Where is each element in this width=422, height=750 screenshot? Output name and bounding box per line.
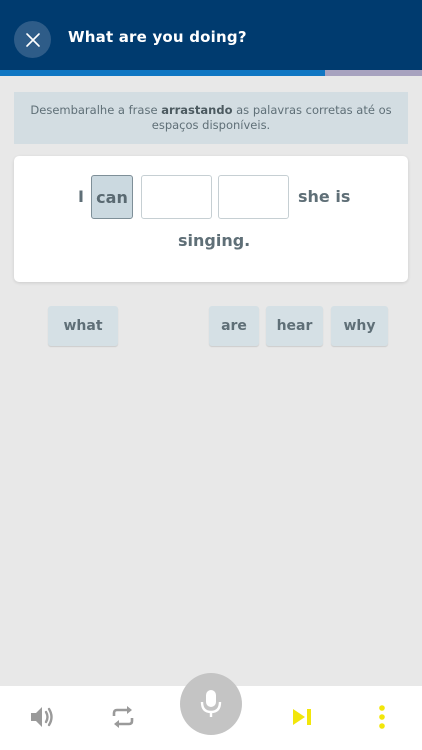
microphone-icon [200, 690, 222, 717]
skip-button[interactable] [285, 700, 319, 734]
instruction-text: Desembaralhe a frase arrastando as palav… [24, 103, 398, 133]
repeat-icon [112, 706, 134, 728]
word-chip-are[interactable]: are [209, 306, 259, 346]
repeat-button[interactable] [106, 700, 140, 734]
lesson-title: What are you doing? [68, 28, 247, 46]
screen: What are you doing? Desembaralhe a frase… [0, 0, 422, 750]
word-chip-why[interactable]: why [331, 306, 388, 346]
instruction-bold: arrastando [161, 103, 233, 117]
close-icon [25, 32, 40, 47]
progress-bar [0, 70, 422, 76]
word-chip-hear[interactable]: hear [266, 306, 323, 346]
audio-button[interactable] [25, 700, 59, 734]
header-bar: What are you doing? [0, 0, 422, 70]
instruction-box: Desembaralhe a frase arrastando as palav… [14, 92, 408, 144]
sentence-card: I can she is singing. [14, 156, 408, 282]
skip-next-icon [293, 709, 311, 725]
empty-slot-2[interactable] [218, 175, 289, 219]
close-button[interactable] [14, 21, 51, 58]
sentence-word-singing: singing. [178, 231, 251, 250]
placed-word-chip[interactable]: can [91, 175, 133, 219]
more-vertical-icon [379, 705, 385, 729]
microphone-button[interactable] [180, 673, 242, 735]
sentence-word-she-is: she is [298, 187, 351, 206]
more-options-button[interactable] [365, 700, 399, 734]
word-chip-what[interactable]: what [48, 306, 118, 346]
volume-icon [31, 707, 53, 727]
empty-slot-1[interactable] [141, 175, 212, 219]
progress-fill [0, 70, 325, 76]
sentence-word-i: I [78, 187, 84, 206]
instruction-part-1: Desembaralhe a frase [30, 103, 162, 117]
